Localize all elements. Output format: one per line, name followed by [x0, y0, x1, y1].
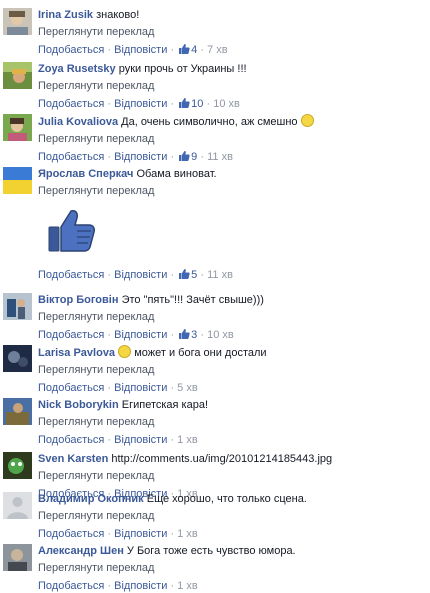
see-translation-link[interactable]: Переглянути переклад [38, 415, 426, 429]
timestamp[interactable]: 1 хв [177, 528, 198, 540]
avatar[interactable] [3, 398, 32, 425]
reply-link[interactable]: Відповісти [114, 98, 167, 110]
reply-link[interactable]: Відповісти [114, 528, 167, 540]
timestamp[interactable]: 10 хв [213, 98, 240, 110]
comment-author[interactable]: Zoya Rusetsky [38, 63, 116, 75]
see-translation-link[interactable]: Переглянути переклад [38, 132, 426, 146]
see-translation-link[interactable]: Переглянути переклад [38, 561, 426, 575]
comment-actions: Подобається · Відповісти · 4 · 7 хв [38, 43, 426, 59]
like-link[interactable]: Подобається [38, 329, 104, 341]
comment-author[interactable]: Irina Zusik [38, 9, 93, 21]
comment-actions: Подобається · Відповісти · 9 · 11 хв [38, 150, 426, 166]
comment-actions: Подобається · Відповісти · 5 хв [38, 382, 198, 394]
comment-author[interactable]: Ярослав Сперкач [38, 168, 133, 180]
timestamp[interactable]: 11 хв [207, 269, 233, 281]
reply-link[interactable]: Відповісти [114, 382, 167, 394]
avatar[interactable] [3, 452, 32, 479]
like-link[interactable]: Подобається [38, 98, 104, 110]
comment-actions: Подобається · Відповісти · 3 · 10 хв [38, 328, 426, 344]
comment-actions: Подобається · Відповісти · 1 хв [38, 528, 198, 540]
comment-text: руки прочь от Украины !!! [118, 63, 247, 75]
like-count[interactable]: 5 [191, 269, 197, 281]
comment-text: Египетская кара! [121, 399, 209, 411]
comment-author[interactable]: Sven Karsten [38, 453, 108, 465]
like-link[interactable]: Подобається [38, 44, 104, 56]
thumbs-up-icon [178, 150, 190, 166]
timestamp[interactable]: 7 хв [207, 44, 228, 56]
comment-text: может и бога они достали [134, 347, 267, 359]
timestamp[interactable]: 1 хв [177, 434, 198, 446]
comment-author[interactable]: Julia Kovaliova [38, 116, 118, 128]
see-translation-link[interactable]: Переглянути переклад [38, 363, 426, 377]
avatar[interactable] [3, 114, 32, 141]
comment-link[interactable]: http://comments.ua/img/20101214185443.jp… [111, 453, 332, 465]
see-translation-link[interactable]: Переглянути переклад [38, 79, 426, 93]
like-sticker-icon [47, 207, 95, 253]
thumbs-up-icon [178, 43, 190, 59]
see-translation-link[interactable]: Переглянути переклад [38, 469, 426, 483]
avatar[interactable] [3, 8, 32, 35]
comment-feed: Irina Zusik знаково! Переглянути перекла… [0, 0, 430, 592]
like-count[interactable]: 9 [191, 151, 197, 163]
like-link[interactable]: Подобається [38, 269, 104, 281]
like-count[interactable]: 10 [191, 98, 203, 110]
timestamp[interactable]: 1 хв [177, 580, 198, 592]
like-link[interactable]: Подобається [38, 434, 104, 446]
see-translation-link[interactable]: Переглянути переклад [38, 25, 426, 39]
comment-author[interactable]: Владимир Окопник [38, 493, 144, 505]
avatar[interactable] [3, 293, 32, 320]
avatar[interactable] [3, 544, 32, 571]
timestamp[interactable]: 5 хв [177, 382, 198, 394]
comment-actions: Подобається · Відповісти · 10 · 10 хв [38, 97, 426, 113]
comment-text: Еще хорошо, что только сцена. [146, 493, 307, 505]
like-link[interactable]: Подобається [38, 528, 104, 540]
thumbs-up-icon [178, 97, 190, 113]
comment-actions: Подобається · Відповісти · 5 · 11 хв [38, 268, 426, 284]
comment-text: У Бога тоже есть чувство юмора. [126, 545, 296, 557]
comment-text: знаково! [96, 9, 140, 21]
see-translation-link[interactable]: Переглянути переклад [38, 509, 426, 523]
like-link[interactable]: Подобається [38, 580, 104, 592]
comment-actions: Подобається · Відповісти · 1 хв [38, 580, 198, 592]
comment-author[interactable]: Nick Boborykin [38, 399, 119, 411]
like-link[interactable]: Подобається [38, 382, 104, 394]
avatar[interactable] [3, 167, 32, 194]
reply-link[interactable]: Відповісти [114, 44, 167, 56]
reply-link[interactable]: Відповісти [114, 434, 167, 446]
reply-link[interactable]: Відповісти [114, 580, 167, 592]
timestamp[interactable]: 11 хв [207, 151, 233, 163]
smile-emoji-icon [118, 345, 132, 358]
comment-text: Обама виноват. [136, 168, 217, 180]
thumbs-up-icon [178, 328, 190, 344]
comment-author[interactable]: Larisa Pavlova [38, 347, 115, 359]
comment-actions: Подобається · Відповісти · 1 хв [38, 434, 198, 446]
thumbs-up-icon [178, 268, 190, 284]
comment-text: Это "пять"!!! Зачёт свыше))) [121, 294, 264, 306]
avatar[interactable] [3, 345, 32, 372]
comment-author[interactable]: Віктор Боговін [38, 294, 119, 306]
comment-text: Да, очень символично, аж смешно [121, 116, 298, 128]
see-translation-link[interactable]: Переглянути переклад [38, 310, 426, 324]
reply-link[interactable]: Відповісти [114, 329, 167, 341]
reply-link[interactable]: Відповісти [114, 151, 167, 163]
reply-link[interactable]: Відповісти [114, 269, 167, 281]
see-translation-link[interactable]: Переглянути переклад [38, 184, 426, 198]
avatar[interactable] [3, 62, 32, 89]
smile-emoji-icon [300, 114, 314, 127]
comment-author[interactable]: Александр Шен [38, 545, 124, 557]
like-count[interactable]: 4 [191, 44, 197, 56]
like-count[interactable]: 3 [191, 329, 197, 341]
like-link[interactable]: Подобається [38, 151, 104, 163]
avatar[interactable] [3, 492, 32, 519]
timestamp[interactable]: 10 хв [207, 329, 234, 341]
